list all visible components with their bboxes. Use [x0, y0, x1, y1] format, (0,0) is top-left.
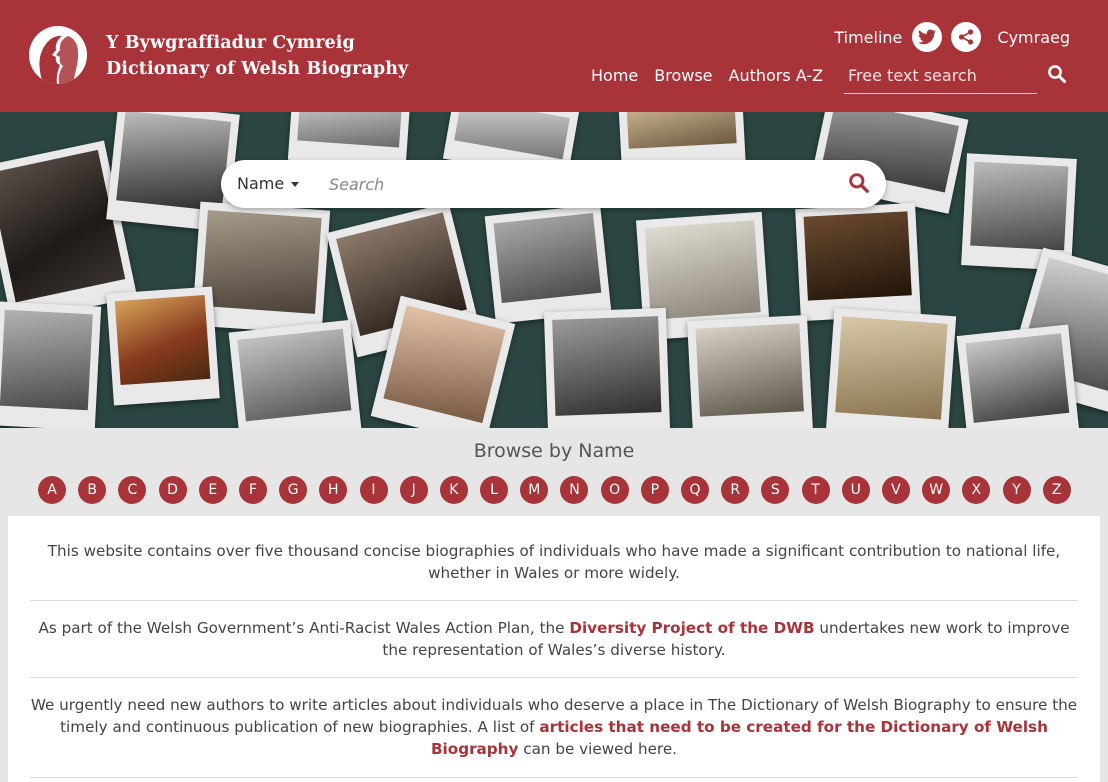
letter-index: ABCDEFGHIJKLMNOPQRSTUVWXYZ — [38, 476, 1083, 504]
letter-z-button[interactable]: Z — [1042, 476, 1071, 504]
share-icon[interactable] — [951, 22, 982, 52]
letter-m-button[interactable]: M — [520, 476, 549, 504]
letter-a-button[interactable]: A — [38, 476, 66, 504]
timeline-link[interactable]: Timeline — [834, 28, 902, 47]
letter-o-button[interactable]: O — [600, 476, 629, 504]
letter-v-button[interactable]: V — [881, 476, 910, 504]
intro-paragraph: This website contains over five thousand… — [47, 542, 1061, 582]
letter-h-button[interactable]: H — [319, 476, 348, 504]
authors-text-after: can be viewed here. — [518, 740, 677, 758]
site-title-welsh: Y Bywgraffiadur Cymreig — [106, 33, 355, 53]
portrait-photo — [106, 286, 220, 406]
diversity-text-before: As part of the Welsh Government’s Anti-R… — [38, 619, 570, 637]
top-links: Timeline Cymraeg — [834, 22, 1070, 52]
letter-n-button[interactable]: N — [560, 476, 589, 504]
divider — [30, 600, 1078, 601]
main-nav: Home Browse Authors A-Z — [591, 66, 839, 85]
letter-k-button[interactable]: K — [439, 476, 468, 504]
browse-title: Browse by Name — [473, 440, 635, 462]
nav-browse[interactable]: Browse — [654, 66, 712, 85]
nav-home[interactable]: Home — [591, 66, 638, 85]
authors-paragraph: We urgently need new authors to write ar… — [30, 694, 1078, 760]
letter-y-button[interactable]: Y — [1002, 476, 1031, 504]
search-icon[interactable] — [848, 172, 872, 196]
hero-search-bar: Name — [221, 160, 886, 208]
nav-authors[interactable]: Authors A-Z — [729, 66, 824, 85]
hero-photo-collage: Name — [0, 112, 1108, 428]
twitter-icon[interactable] — [912, 22, 943, 52]
header-search-input[interactable] — [844, 60, 1037, 90]
site-title[interactable]: Y Bywgraffiadur Cymreig Dictionary of We… — [106, 30, 408, 82]
intro-content: This website contains over five thousand… — [8, 516, 1100, 782]
diversity-project-link[interactable]: Diversity Project of the DWB — [569, 619, 814, 637]
language-switch-link[interactable]: Cymraeg — [997, 28, 1070, 47]
letter-c-button[interactable]: C — [118, 476, 147, 504]
portrait-photo — [543, 307, 671, 428]
letter-t-button[interactable]: T — [801, 476, 830, 504]
letter-l-button[interactable]: L — [480, 476, 509, 504]
letter-f-button[interactable]: F — [238, 476, 267, 504]
letter-j-button[interactable]: J — [399, 476, 428, 504]
letter-d-button[interactable]: D — [158, 476, 187, 504]
letter-i-button[interactable]: I — [359, 476, 388, 504]
header-search-field — [844, 60, 1037, 94]
search-type-dropdown[interactable]: Name — [237, 174, 300, 193]
search-type-label: Name — [237, 174, 285, 193]
letter-g-button[interactable]: G — [279, 476, 308, 504]
portrait-photo — [0, 301, 102, 428]
portrait-photo — [825, 307, 957, 428]
caret-down-icon — [291, 182, 300, 187]
hero-search-input[interactable] — [325, 168, 825, 200]
logo-profiles-icon[interactable] — [29, 26, 87, 84]
divider — [30, 677, 1078, 678]
portrait-photo — [956, 324, 1080, 428]
diversity-paragraph: As part of the Welsh Government’s Anti-R… — [30, 617, 1078, 661]
letter-s-button[interactable]: S — [761, 476, 790, 504]
divider — [30, 777, 1078, 778]
search-icon[interactable] — [1047, 64, 1069, 86]
site-header: Y Bywgraffiadur Cymreig Dictionary of We… — [0, 0, 1108, 112]
portrait-photo — [795, 202, 921, 322]
letter-x-button[interactable]: X — [962, 476, 991, 504]
letter-q-button[interactable]: Q — [681, 476, 709, 504]
letter-e-button[interactable]: E — [198, 476, 227, 504]
letter-b-button[interactable]: B — [78, 476, 107, 504]
letter-u-button[interactable]: U — [841, 476, 870, 504]
letter-p-button[interactable]: P — [640, 476, 669, 504]
portrait-photo — [484, 204, 612, 324]
letter-w-button[interactable]: W — [922, 476, 951, 504]
portrait-photo — [228, 319, 362, 428]
letter-r-button[interactable]: R — [721, 476, 750, 504]
portrait-photo — [687, 314, 813, 428]
site-title-english: Dictionary of Welsh Biography — [106, 59, 409, 79]
